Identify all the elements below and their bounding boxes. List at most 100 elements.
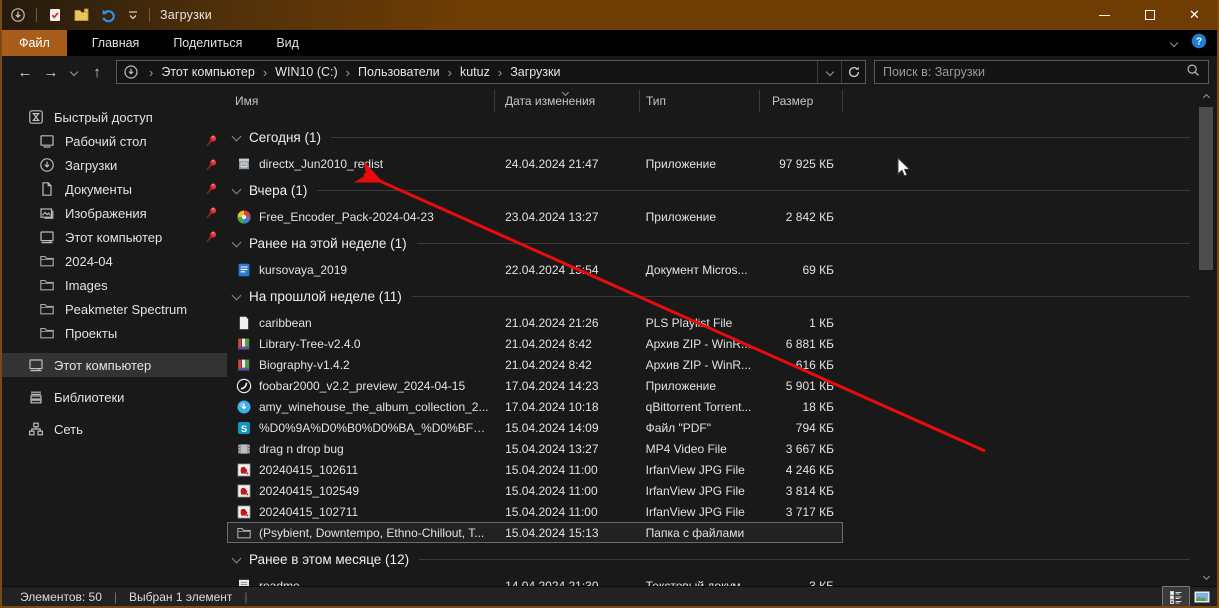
up-button[interactable]: ↑ [84, 64, 110, 81]
worddoc-icon [236, 262, 252, 278]
back-button[interactable]: ← [12, 64, 38, 81]
file-row[interactable]: directx_Jun2010_redist24.04.2024 21:47Пр… [227, 153, 843, 174]
file-row[interactable]: Free_Encoder_Pack-2024-04-2323.04.2024 1… [227, 206, 843, 227]
checkmark-properties-icon[interactable] [47, 7, 63, 23]
search-icon[interactable] [1186, 63, 1200, 82]
file-row[interactable]: amy_winehouse_the_album_collection_2...1… [227, 396, 843, 417]
jpg-icon [236, 462, 252, 478]
chevron-down-icon[interactable] [232, 237, 242, 247]
column-header-type[interactable]: Тип [640, 90, 760, 112]
group-header[interactable]: На прошлой неделе (11) [227, 283, 1190, 310]
sidebar-item-библиотеки[interactable]: Библиотеки [2, 385, 227, 409]
ribbon-expand-chevron-icon[interactable] [1170, 39, 1178, 47]
qat-customize-chevron[interactable] [127, 8, 139, 22]
sidebar-item-2024-04[interactable]: 2024-04 [2, 249, 227, 273]
recent-locations-chevron-icon[interactable] [64, 69, 84, 75]
tab-view[interactable]: Вид [259, 30, 316, 56]
torrent-icon [236, 399, 252, 415]
file-row[interactable]: S%D0%9A%D0%B0%D0%BA_%D0%BF%D...15.04.202… [227, 417, 843, 438]
file-row[interactable]: foobar2000_v2.2_preview_2024-04-1517.04.… [227, 375, 843, 396]
help-icon[interactable]: ? [1191, 33, 1207, 54]
maximize-button[interactable] [1127, 0, 1172, 30]
file-type: Документ Micros... [640, 263, 760, 277]
selection-count: Выбран 1 элемент [129, 590, 232, 604]
chevron-down-icon[interactable] [232, 184, 242, 194]
installer-icon [236, 156, 252, 172]
refresh-icon[interactable] [841, 61, 865, 83]
status-separator: | [232, 590, 259, 604]
chevron-down-icon[interactable] [232, 290, 242, 300]
folderside-icon [39, 325, 55, 341]
file-row[interactable]: 20240415_10271115.04.2024 11:00IrfanView… [227, 501, 843, 522]
scrollbar-down-arrow-icon[interactable] [1199, 569, 1213, 584]
vertical-scrollbar[interactable] [1199, 90, 1213, 584]
file-row[interactable]: 20240415_10254915.04.2024 11:00IrfanView… [227, 480, 843, 501]
file-row[interactable]: readme14.04.2024 21:30Текстовый докум...… [227, 575, 843, 586]
file-row[interactable]: (Psybient, Downtempo, Ethno-Chillout, T.… [227, 522, 843, 543]
folderside-icon [236, 525, 252, 541]
chevron-down-icon[interactable] [232, 553, 242, 563]
file-name-cell: Library-Tree-v2.4.0 [228, 336, 495, 352]
file-size: 97 925 КБ [759, 157, 842, 171]
file-name-cell: 20240415_102549 [228, 483, 495, 499]
tab-file[interactable]: Файл [2, 30, 67, 56]
sidebar-item-этот-компьютер[interactable]: Этот компьютер [2, 225, 227, 249]
sidebar-item-images[interactable]: Images [2, 273, 227, 297]
file-row[interactable]: kursovaya_201922.04.2024 15:54Документ M… [227, 259, 843, 280]
group-header[interactable]: Ранее в этом месяце (12) [227, 546, 1190, 573]
minimize-button[interactable] [1082, 0, 1127, 30]
details-view-button[interactable] [1163, 587, 1189, 607]
downloads-icon [39, 157, 55, 173]
group-header[interactable]: Ранее на этой неделе (1) [227, 230, 1190, 257]
group-header[interactable]: Сегодня (1) [227, 124, 1190, 151]
breadcrumb-item[interactable]: WIN10 (C:) [275, 65, 338, 79]
close-button[interactable]: ✕ [1172, 0, 1217, 30]
file-row[interactable]: Biography-v1.4.221.04.2024 8:42Архив ZIP… [227, 354, 843, 375]
undo-icon[interactable] [100, 7, 117, 23]
sidebar-item-сеть[interactable]: Сеть [2, 417, 227, 441]
sidebar-item-документы[interactable]: Документы [2, 177, 227, 201]
sidebar-item-label: Загрузки [65, 158, 117, 173]
file-row[interactable]: drag n drop bug15.04.2024 13:27MP4 Video… [227, 438, 843, 459]
svg-text:S: S [241, 424, 247, 435]
qat-separator [149, 8, 150, 22]
group-rule [317, 190, 1190, 191]
address-dropdown-chevron-icon[interactable] [817, 61, 841, 83]
file-date: 21.04.2024 21:26 [495, 316, 640, 330]
search-input[interactable]: Поиск в: Загрузки [874, 60, 1209, 84]
breadcrumb-item[interactable]: Пользователи [358, 65, 440, 79]
column-header-size[interactable]: Размер [760, 90, 843, 112]
address-bar[interactable]: ›Этот компьютер›WIN10 (C:)›Пользователи›… [116, 60, 866, 84]
sidebar-item-рабочий-стол[interactable]: Рабочий стол [2, 129, 227, 153]
forward-button[interactable]: → [38, 64, 64, 81]
file-row[interactable]: Library-Tree-v2.4.021.04.2024 8:42Архив … [227, 333, 843, 354]
file-type: Папка с файлами [640, 526, 760, 540]
column-header-name[interactable]: Имя [227, 90, 495, 112]
new-folder-icon[interactable] [73, 7, 90, 23]
sidebar-item-быстрый-доступ[interactable]: Быстрый доступ [2, 105, 227, 129]
scrollbar-up-arrow-icon[interactable] [1199, 90, 1213, 105]
breadcrumb-item[interactable]: Загрузки [510, 65, 560, 79]
breadcrumb-item[interactable]: Этот компьютер [161, 65, 254, 79]
sidebar-item-peakmeter-spectrum[interactable]: Peakmeter Spectrum [2, 297, 227, 321]
tab-home[interactable]: Главная [75, 30, 157, 56]
breadcrumb-item[interactable]: kutuz [460, 65, 490, 79]
jpg-icon [236, 483, 252, 499]
file-size: 69 КБ [759, 263, 842, 277]
file-row[interactable]: 20240415_10261115.04.2024 11:00IrfanView… [227, 459, 843, 480]
file-date: 15.04.2024 11:00 [495, 463, 640, 477]
large-icons-view-button[interactable] [1189, 587, 1215, 607]
chevron-down-icon[interactable] [232, 131, 242, 141]
file-name-cell: Biography-v1.4.2 [228, 357, 495, 373]
group-header[interactable]: Вчера (1) [227, 177, 1190, 204]
sidebar-item-загрузки[interactable]: Загрузки [2, 153, 227, 177]
file-row[interactable]: caribbean21.04.2024 21:26PLS Playlist Fi… [227, 312, 843, 333]
winrar-icon [236, 336, 252, 352]
scrollbar-thumb[interactable] [1199, 107, 1213, 270]
tab-share[interactable]: Поделиться [156, 30, 259, 56]
sidebar-item-изображения[interactable]: Изображения [2, 201, 227, 225]
file-name: Library-Tree-v2.4.0 [259, 337, 361, 351]
sidebar-item-проекты[interactable]: Проекты [2, 321, 227, 345]
sidebar-item-этот-компьютер[interactable]: Этот компьютер [2, 353, 227, 377]
foobar-icon [236, 378, 252, 394]
